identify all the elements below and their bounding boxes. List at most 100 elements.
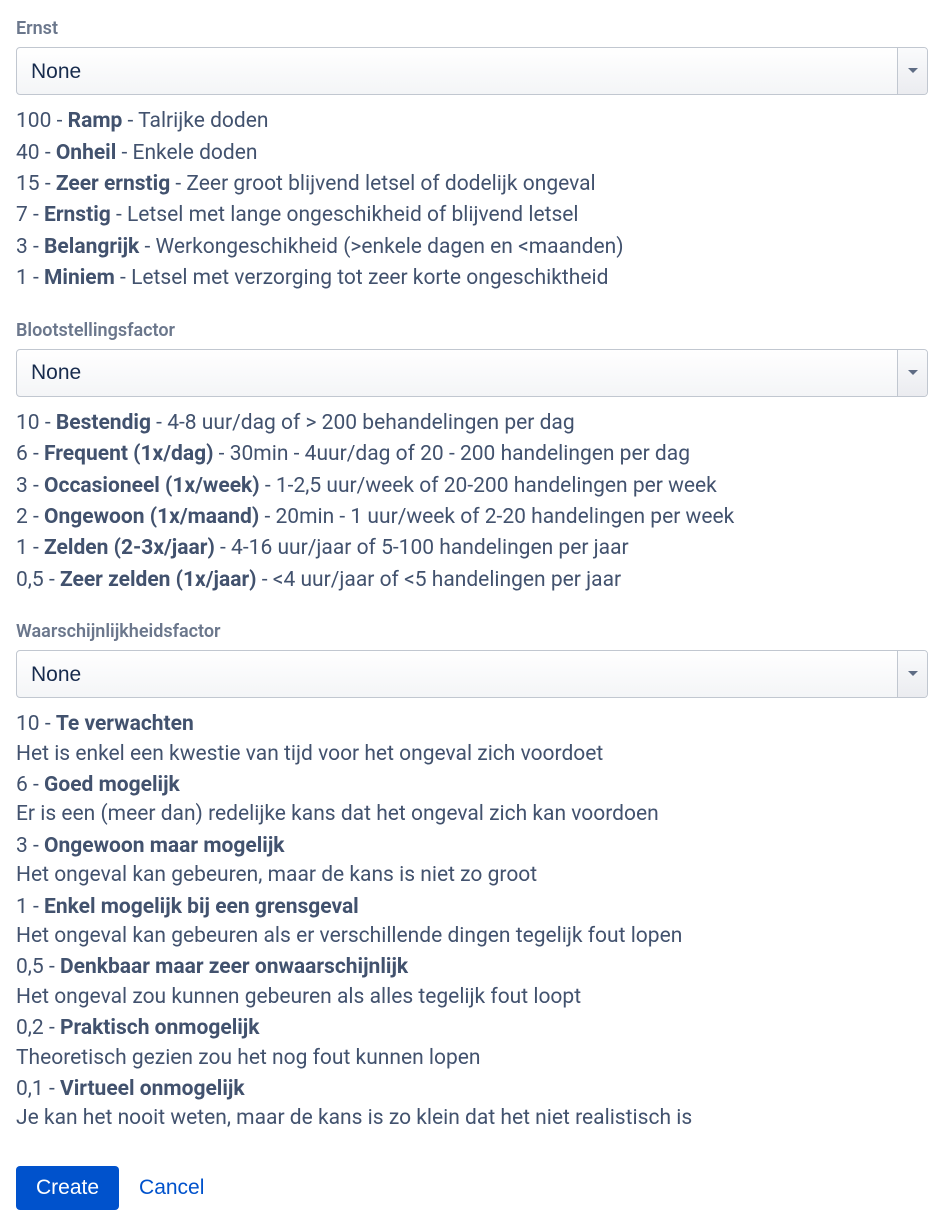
description-line: 7 - Ernstig - Letsel met lange ongeschik… <box>16 201 928 230</box>
description-text: Het is enkel een kwestie van tijd voor h… <box>16 740 928 769</box>
description-num: 7 - <box>16 203 44 227</box>
description-name: Praktisch onmogelijk <box>60 1016 260 1040</box>
description-name: Ongewoon (1x/maand) <box>44 505 259 529</box>
description-num: 0,1 - <box>16 1077 60 1101</box>
description-header: 10 - Te verwachten <box>16 710 928 739</box>
waarschijnlijkheid-label: Waarschijnlijkheidsfactor <box>16 619 928 644</box>
description-num: 0,2 - <box>16 1016 60 1040</box>
waarschijnlijkheid-select-wrapper: None <box>16 650 928 698</box>
ernst-select[interactable]: None <box>16 47 928 95</box>
description-name: Enkel mogelijk bij een grensgeval <box>44 895 359 919</box>
description-text: Het ongeval kan gebeuren, maar de kans i… <box>16 861 928 890</box>
description-block: 0,5 - Denkbaar maar zeer onwaarschijnlij… <box>16 953 928 1012</box>
description-text: - Talrijke doden <box>122 109 268 133</box>
description-line: 3 - Occasioneel (1x/week) - 1-2,5 uur/we… <box>16 472 928 501</box>
description-text: - Letsel met verzorging tot zeer korte o… <box>115 266 609 290</box>
cancel-button[interactable]: Cancel <box>139 1176 204 1200</box>
description-header: 0,5 - Denkbaar maar zeer onwaarschijnlij… <box>16 953 928 982</box>
ernst-field-group: Ernst None 100 - Ramp - Talrijke doden 40… <box>16 16 928 294</box>
button-row: Create Cancel <box>16 1166 928 1210</box>
description-text: - Werkongeschikheid (>enkele dagen en <m… <box>139 235 623 259</box>
description-text: - 1-2,5 uur/week of 20-200 handelingen p… <box>260 474 717 498</box>
description-block: 1 - Enkel mogelijk bij een grensgevalHet… <box>16 893 928 952</box>
description-header: 0,1 - Virtueel onmogelijk <box>16 1075 928 1104</box>
waarschijnlijkheid-select[interactable]: None <box>16 650 928 698</box>
description-num: 1 - <box>16 536 44 560</box>
description-text: - 4-8 uur/dag of > 200 behandelingen per… <box>151 411 575 435</box>
description-name: Zelden (2-3x/jaar) <box>44 536 215 560</box>
description-block: 0,2 - Praktisch onmogelijkTheoretisch ge… <box>16 1014 928 1073</box>
description-num: 2 - <box>16 505 44 529</box>
description-name: Belangrijk <box>44 235 139 259</box>
description-block: 10 - Te verwachtenHet is enkel een kwest… <box>16 710 928 769</box>
description-name: Onheil <box>56 141 116 165</box>
waarschijnlijkheid-field-group: Waarschijnlijkheidsfactor None 10 - Te v… <box>16 619 928 1134</box>
description-line: 1 - Zelden (2-3x/jaar) - 4-16 uur/jaar o… <box>16 534 928 563</box>
description-name: Bestendig <box>56 411 151 435</box>
blootstelling-label: Blootstellingsfactor <box>16 318 928 343</box>
description-block: 0,1 - Virtueel onmogelijkJe kan het nooi… <box>16 1075 928 1134</box>
description-num: 6 - <box>16 773 44 797</box>
description-num: 3 - <box>16 474 44 498</box>
description-text: - Letsel met lange ongeschikheid of blij… <box>111 203 579 227</box>
description-header: 0,2 - Praktisch onmogelijk <box>16 1014 928 1043</box>
description-line: 40 - Onheil - Enkele doden <box>16 139 928 168</box>
description-name: Denkbaar maar zeer onwaarschijnlijk <box>60 955 408 979</box>
description-num: 6 - <box>16 442 44 466</box>
description-text: Het ongeval kan gebeuren als er verschil… <box>16 922 928 951</box>
description-text: - 20min - 1 uur/week of 2-20 handelingen… <box>259 505 734 529</box>
description-num: 40 - <box>16 141 56 165</box>
description-name: Te verwachten <box>56 712 194 736</box>
ernst-label: Ernst <box>16 16 928 41</box>
description-num: 3 - <box>16 834 44 858</box>
description-name: Occasioneel (1x/week) <box>44 474 260 498</box>
description-line: 2 - Ongewoon (1x/maand) - 20min - 1 uur/… <box>16 503 928 532</box>
description-name: Zeer ernstig <box>56 172 170 196</box>
description-num: 0,5 - <box>16 955 60 979</box>
description-block: 6 - Goed mogelijkEr is een (meer dan) re… <box>16 771 928 830</box>
description-line: 15 - Zeer ernstig - Zeer groot blijvend … <box>16 170 928 199</box>
description-line: 1 - Miniem - Letsel met verzorging tot z… <box>16 264 928 293</box>
create-button[interactable]: Create <box>16 1166 119 1210</box>
description-text: Het ongeval zou kunnen gebeuren als alle… <box>16 983 928 1012</box>
description-text: - <4 uur/jaar of <5 handelingen per jaar <box>257 568 622 592</box>
description-name: Ernstig <box>44 203 111 227</box>
description-block: 3 - Ongewoon maar mogelijkHet ongeval ka… <box>16 832 928 891</box>
description-text: Je kan het nooit weten, maar de kans is … <box>16 1104 928 1133</box>
description-text: - 4-16 uur/jaar of 5-100 handelingen per… <box>215 536 629 560</box>
description-num: 10 - <box>16 712 56 736</box>
description-name: Ongewoon maar mogelijk <box>44 834 284 858</box>
description-num: 10 - <box>16 411 56 435</box>
description-line: 0,5 - Zeer zelden (1x/jaar) - <4 uur/jaa… <box>16 566 928 595</box>
description-name: Goed mogelijk <box>44 773 180 797</box>
description-name: Ramp <box>68 109 123 133</box>
description-name: Virtueel onmogelijk <box>60 1077 245 1101</box>
description-text: Theoretisch gezien zou het nog fout kunn… <box>16 1044 928 1073</box>
description-text: - Enkele doden <box>116 141 257 165</box>
description-name: Frequent (1x/dag) <box>44 442 213 466</box>
description-line: 100 - Ramp - Talrijke doden <box>16 107 928 136</box>
description-num: 0,5 - <box>16 568 60 592</box>
description-num: 1 - <box>16 895 44 919</box>
description-header: 6 - Goed mogelijk <box>16 771 928 800</box>
description-text: - Zeer groot blijvend letsel of dodelijk… <box>170 172 595 196</box>
ernst-description: 100 - Ramp - Talrijke doden 40 - Onheil -… <box>16 107 928 293</box>
blootstelling-select[interactable]: None <box>16 349 928 397</box>
blootstelling-description: 10 - Bestendig - 4-8 uur/dag of > 200 be… <box>16 409 928 595</box>
description-num: 100 - <box>16 109 68 133</box>
blootstelling-select-wrapper: None <box>16 349 928 397</box>
description-line: 6 - Frequent (1x/dag) - 30min - 4uur/dag… <box>16 440 928 469</box>
description-line: 10 - Bestendig - 4-8 uur/dag of > 200 be… <box>16 409 928 438</box>
description-text: - 30min - 4uur/dag of 20 - 200 handeling… <box>213 442 690 466</box>
description-line: 3 - Belangrijk - Werkongeschikheid (>enk… <box>16 233 928 262</box>
description-num: 15 - <box>16 172 56 196</box>
ernst-select-wrapper: None <box>16 47 928 95</box>
description-num: 3 - <box>16 235 44 259</box>
description-header: 3 - Ongewoon maar mogelijk <box>16 832 928 861</box>
description-name: Zeer zelden (1x/jaar) <box>60 568 257 592</box>
description-name: Miniem <box>44 266 115 290</box>
description-num: 1 - <box>16 266 44 290</box>
waarschijnlijkheid-description: 10 - Te verwachtenHet is enkel een kwest… <box>16 710 928 1133</box>
description-text: Er is een (meer dan) redelijke kans dat … <box>16 800 928 829</box>
description-header: 1 - Enkel mogelijk bij een grensgeval <box>16 893 928 922</box>
